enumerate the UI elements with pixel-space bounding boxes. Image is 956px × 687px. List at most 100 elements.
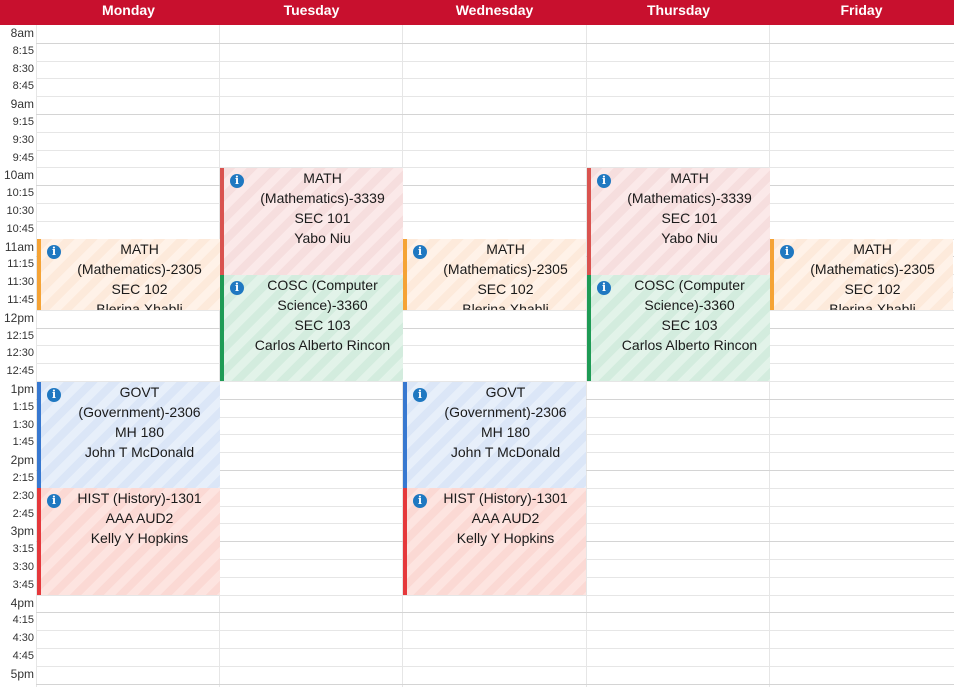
time-slot-line xyxy=(36,60,954,62)
event-details: GOVT (Government)-2306 MH 180 John T McDon… xyxy=(407,382,586,462)
info-icon[interactable]: i xyxy=(413,245,427,260)
info-icon[interactable]: i xyxy=(413,387,427,402)
event-course-title: MATH (Mathematics)-2305 xyxy=(77,241,202,278)
event-details: COSC (Computer Science)-3360 SEC 103 Carlo… xyxy=(224,275,403,355)
time-label: 8:30 xyxy=(12,62,34,75)
day-header-tuesday: Tuesday xyxy=(283,2,340,18)
info-icon[interactable]: i xyxy=(597,173,611,188)
time-label: 1pm xyxy=(10,382,34,396)
event-section: SEC 102 xyxy=(111,281,168,298)
event-instructor: Blerina Xhabli xyxy=(462,301,549,311)
event-course-title: MATH (Mathematics)-3339 xyxy=(260,169,385,206)
event-details: COSC (Computer Science)-3360 SEC 103 Carlo… xyxy=(591,275,770,355)
time-label: 3:45 xyxy=(12,578,34,591)
time-label: 8:45 xyxy=(12,80,34,93)
day-header-wednesday: Wednesday xyxy=(455,2,534,18)
time-slot-line xyxy=(36,149,954,151)
course-event-math[interactable]: i MATH (Mathematics)-2305 SEC 102 Blerina X… xyxy=(37,239,220,311)
course-event-govt[interactable]: i GOVT (Government)-2306 MH 180 John T McDo… xyxy=(403,381,586,489)
event-course-title: MATH (Mathematics)-3339 xyxy=(627,169,752,206)
course-event-math[interactable]: i MATH (Mathematics)-3339 SEC 101 Yabo Niu xyxy=(220,167,403,275)
event-course-title: GOVT (Government)-2306 xyxy=(78,383,201,420)
time-label: 1:45 xyxy=(12,436,34,449)
event-instructor: Kelly Y Hopkins xyxy=(456,530,555,547)
info-icon[interactable]: i xyxy=(47,245,61,260)
time-slot-line xyxy=(36,630,954,632)
event-details: HIST (History)-1301 AAA AUD2 Kelly Y Hopki… xyxy=(407,488,586,548)
event-details: MATH (Mathematics)-3339 SEC 101 Yabo Niu xyxy=(591,168,770,248)
event-instructor: Yabo Niu xyxy=(661,229,718,246)
event-section: AAA AUD2 xyxy=(105,510,174,527)
info-icon[interactable]: i xyxy=(230,173,244,188)
time-label: 10:45 xyxy=(6,222,34,235)
time-label: 4:30 xyxy=(12,632,34,645)
event-instructor: John T McDonald xyxy=(84,443,195,460)
time-slot-line xyxy=(36,683,954,685)
time-label: 10am xyxy=(3,168,34,183)
event-instructor: Blerina Xhabli xyxy=(96,301,183,311)
info-icon[interactable]: i xyxy=(47,387,61,402)
time-slot-line xyxy=(36,363,954,365)
time-label: 12:15 xyxy=(6,329,34,342)
time-slot-line xyxy=(36,203,954,204)
event-instructor: Blerina Xhabli xyxy=(829,301,916,311)
time-label: 10:15 xyxy=(6,187,34,200)
course-event-govt[interactable]: i GOVT (Government)-2306 MH 180 John T McDo… xyxy=(37,381,220,489)
course-event-hist[interactable]: i HIST (History)-1301 AAA AUD2 Kelly Y Hopk… xyxy=(37,488,220,596)
calendar-header: Monday Tuesday Wednesday Thursday Friday xyxy=(0,0,954,25)
course-event-math[interactable]: i MATH (Mathematics)-3339 SEC 101 Yabo Niu xyxy=(587,167,770,275)
time-slot-line xyxy=(36,131,954,133)
day-header-friday: Friday xyxy=(840,2,883,18)
event-instructor: Kelly Y Hopkins xyxy=(90,530,189,547)
event-section: SEC 103 xyxy=(294,316,351,333)
time-label: 2:15 xyxy=(12,472,34,484)
event-course-title: COSC (Computer Science)-3360 xyxy=(267,276,378,313)
time-slot-line xyxy=(36,114,954,115)
time-slot-line xyxy=(36,96,954,98)
event-course-title: COSC (Computer Science)-3360 xyxy=(634,276,745,313)
time-label: 3:30 xyxy=(12,561,34,573)
time-label: 12:30 xyxy=(6,347,34,360)
event-course-title: HIST (History)-1301 xyxy=(443,490,568,507)
course-event-math[interactable]: i MATH (Mathematics)-2305 SEC 102 Blerina X… xyxy=(770,239,953,311)
time-slot-line xyxy=(36,42,954,44)
event-instructor: John T McDonald xyxy=(450,443,561,460)
event-section: SEC 101 xyxy=(294,209,351,226)
event-course-title: MATH (Mathematics)-2305 xyxy=(443,241,568,278)
time-slot-line xyxy=(36,345,954,347)
event-details: HIST (History)-1301 AAA AUD2 Kelly Y Hopki… xyxy=(41,488,220,548)
day-header-monday: Monday xyxy=(102,2,155,18)
time-label: 11:30 xyxy=(7,276,34,289)
event-section: SEC 102 xyxy=(477,281,534,298)
weekly-calendar: Monday Tuesday Wednesday Thursday Friday 8am… xyxy=(0,0,956,687)
time-label: 4pm xyxy=(10,595,34,610)
time-label: 12pm xyxy=(3,310,34,325)
time-label: 8am xyxy=(10,26,34,40)
time-label: 2:30 xyxy=(12,489,34,502)
time-slot-line xyxy=(36,648,954,649)
time-label: 1:30 xyxy=(12,418,34,431)
course-event-cosc[interactable]: i COSC (Computer Science)-3360 SEC 103 Carl… xyxy=(587,274,770,382)
time-label: 11:45 xyxy=(7,294,34,306)
time-label: 9am xyxy=(10,97,34,112)
time-label: 11am xyxy=(4,239,34,254)
time-label: 11:15 xyxy=(7,258,34,271)
time-label: 4:15 xyxy=(12,614,34,627)
info-icon[interactable]: i xyxy=(597,280,611,295)
event-details: MATH (Mathematics)-2305 SEC 102 Blerina Xh… xyxy=(41,239,220,310)
info-icon[interactable]: i xyxy=(780,245,794,260)
time-label: 4:45 xyxy=(12,650,34,662)
time-slot-line xyxy=(36,167,954,169)
time-label: 9:30 xyxy=(12,133,34,146)
event-details: MATH (Mathematics)-2305 SEC 102 Blerina Xh… xyxy=(774,239,953,310)
time-label: 3pm xyxy=(10,524,34,539)
course-event-math[interactable]: i MATH (Mathematics)-2305 SEC 102 Blerina X… xyxy=(403,239,586,311)
time-label: 9:45 xyxy=(12,151,34,164)
course-event-cosc[interactable]: i COSC (Computer Science)-3360 SEC 103 Carl… xyxy=(220,274,403,382)
time-slot-line xyxy=(36,665,954,667)
time-label: 2:45 xyxy=(12,507,34,520)
info-icon[interactable]: i xyxy=(230,280,244,295)
event-details: MATH (Mathematics)-3339 SEC 101 Yabo Niu xyxy=(224,168,403,248)
course-event-hist[interactable]: i HIST (History)-1301 AAA AUD2 Kelly Y Hopk… xyxy=(403,488,586,596)
event-details: MATH (Mathematics)-2305 SEC 102 Blerina Xh… xyxy=(407,239,586,310)
